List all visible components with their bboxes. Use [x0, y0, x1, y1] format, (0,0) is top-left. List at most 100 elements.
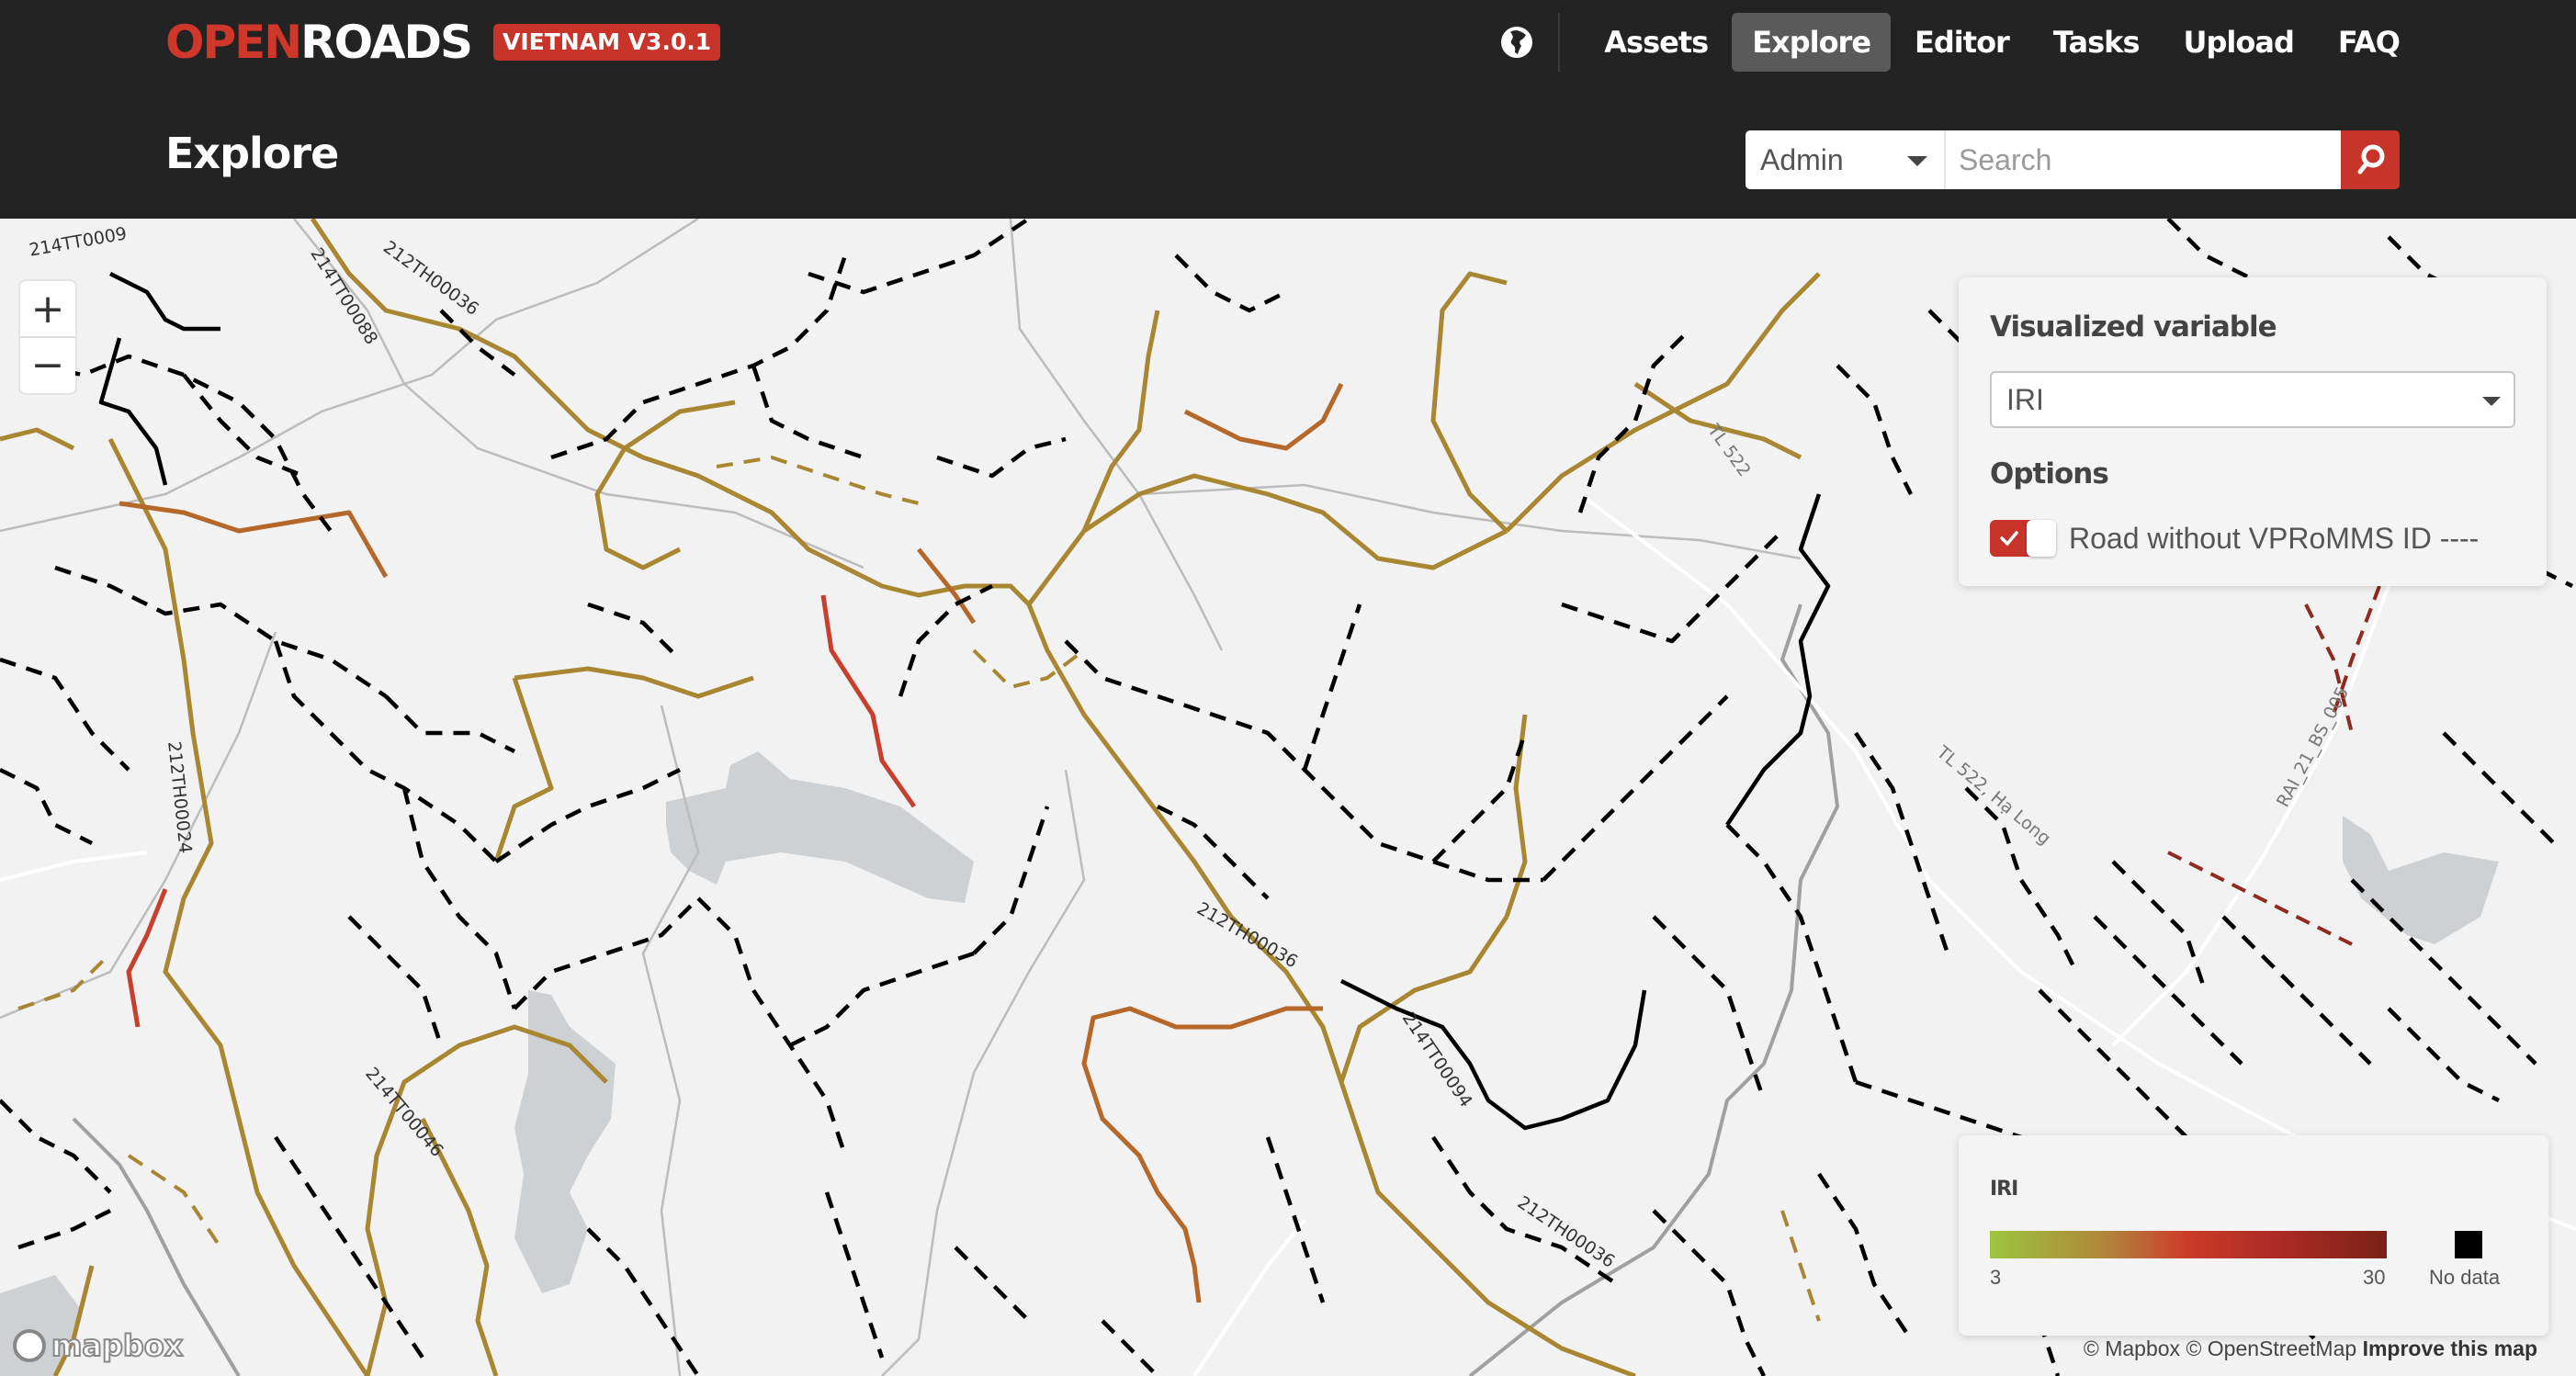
road-no-id[interactable]	[587, 602, 682, 661]
mapbox-attribution-link[interactable]: © Mapbox	[2084, 1337, 2180, 1360]
no-data-swatch	[2455, 1231, 2482, 1258]
options-heading: Options	[1990, 457, 2109, 491]
mapbox-icon	[13, 1329, 46, 1362]
road-no-id[interactable]	[936, 436, 1067, 479]
road-no-id[interactable]	[1854, 731, 1950, 954]
primary-road	[1192, 1218, 1306, 1376]
nav-editor[interactable]: Editor	[1894, 13, 2029, 72]
mapbox-logo[interactable]: mapbox	[13, 1327, 184, 1364]
brand[interactable]: OPENROADS VIETNAM V3.0.1	[165, 16, 721, 69]
zoom-in-button[interactable]: +	[20, 281, 75, 336]
zoom-out-button[interactable]: −	[20, 336, 75, 391]
road-no-id[interactable]	[0, 767, 94, 846]
globe-icon[interactable]	[1501, 27, 1533, 58]
road-no-id[interactable]	[1561, 529, 1784, 644]
iri-legend: IRI 3 30 No data	[1959, 1135, 2548, 1336]
road-no-id[interactable]	[2387, 1007, 2501, 1103]
osm-attribution-link[interactable]: © OpenStreetMap	[2186, 1337, 2356, 1360]
search-icon	[2357, 144, 2385, 175]
road-no-id[interactable]	[401, 787, 517, 1009]
road-no-id[interactable]	[54, 565, 388, 698]
road-no-id[interactable]	[972, 806, 1050, 955]
road-without-id-label: Road without VPRoMMS ID ----	[2069, 521, 2480, 555]
nav-assets[interactable]: Assets	[1584, 13, 1728, 72]
road-no-id[interactable]	[347, 915, 444, 1046]
admin-select-value: Admin	[1760, 143, 1844, 176]
road-no-id[interactable]	[824, 1191, 885, 1359]
admin-level-select[interactable]: Admin	[1746, 130, 1946, 189]
road-no-id[interactable]	[550, 254, 848, 460]
road-no-id[interactable]	[1174, 254, 1288, 313]
road-no-id[interactable]	[898, 583, 994, 697]
road-no-id[interactable]	[1652, 915, 1767, 1101]
nav-explore[interactable]: Explore	[1732, 13, 1892, 72]
road-no-id[interactable]	[1265, 1136, 1326, 1303]
road-no-id[interactable]	[1101, 1319, 1159, 1376]
road-no-id[interactable]	[36, 354, 333, 533]
road-no-id[interactable]	[1064, 639, 1343, 808]
openroads-logo[interactable]: OPENROADS	[165, 16, 473, 69]
road-no-id[interactable]	[1817, 1172, 1913, 1341]
road-no-id[interactable]	[2111, 860, 2208, 991]
road-no-id[interactable]	[439, 309, 516, 377]
road-no-id[interactable]	[0, 657, 130, 772]
road-no-id[interactable]	[808, 219, 1031, 295]
road-iri-no-id	[17, 952, 112, 1010]
visualized-variable-heading: Visualized variable	[1990, 310, 2277, 344]
road-no-id[interactable]	[1302, 603, 1362, 771]
nav-divider	[1558, 13, 1561, 72]
road-iri	[1430, 271, 1508, 533]
check-icon	[2000, 531, 2018, 546]
nav-tasks[interactable]: Tasks	[2033, 13, 2160, 72]
search-button[interactable]	[2341, 130, 2400, 189]
nav-faq[interactable]: FAQ	[2318, 13, 2420, 72]
road-no-id[interactable]	[1652, 1209, 1767, 1376]
road-no-id[interactable]	[1725, 823, 1859, 1083]
road-without-id-toggle[interactable]	[1990, 520, 2056, 557]
main-nav: Assets Explore Editor Tasks Upload FAQ	[1501, 13, 2420, 72]
search-bar: Admin	[1746, 130, 2400, 189]
road-iri	[0, 427, 75, 451]
logo-open: OPEN	[165, 16, 302, 69]
road-no-id[interactable]	[2038, 988, 2188, 1139]
road-no-id[interactable]	[954, 1246, 1031, 1323]
version-badge: VIETNAM V3.0.1	[493, 24, 721, 61]
nav-upload[interactable]: Upload	[2164, 13, 2314, 72]
road-no-id[interactable]	[586, 1227, 700, 1376]
road-no-id[interactable]	[273, 640, 498, 863]
search-input[interactable]	[1946, 130, 2341, 189]
road-no-id[interactable]	[1836, 364, 1914, 496]
map-attribution: © Mapbox © OpenStreetMap Improve this ma…	[2084, 1337, 2537, 1361]
variable-select-value: IRI	[2006, 383, 2044, 416]
no-data-label: No data	[2429, 1266, 2501, 1289]
lake	[666, 751, 974, 903]
road-iri-no-id	[2167, 851, 2353, 946]
improve-map-link[interactable]: Improve this map	[2363, 1337, 2537, 1360]
road-no-id[interactable]	[513, 897, 700, 1010]
road-no-id[interactable]	[2442, 731, 2556, 845]
road-no-id[interactable]	[788, 951, 975, 1048]
legend-title: IRI	[1990, 1178, 2018, 1201]
road-no-id[interactable]	[1431, 732, 1528, 863]
road-no-id[interactable]	[384, 694, 516, 754]
road-no-id[interactable]	[0, 1099, 112, 1194]
road-iri-no-id	[1780, 1210, 1821, 1322]
road-iri	[1081, 1006, 1323, 1303]
logo-roads: ROADS	[300, 16, 473, 69]
road-no-id[interactable]	[494, 767, 682, 863]
road-no-data	[98, 337, 168, 486]
road-no-id[interactable]	[274, 1135, 424, 1359]
minor-road	[0, 219, 699, 533]
road-no-id[interactable]	[1542, 694, 1729, 882]
map-canvas[interactable]: 214TT0009 214TT00088 212TH00036 212TH000…	[0, 219, 2576, 1376]
road-no-id[interactable]	[2221, 915, 2372, 1066]
road-no-id[interactable]	[1156, 804, 1270, 900]
road-no-id[interactable]	[1577, 327, 1692, 513]
road-no-id[interactable]	[17, 1208, 112, 1250]
primary-road	[0, 851, 148, 882]
road-no-id[interactable]	[751, 365, 864, 460]
variable-select[interactable]: IRI	[1990, 371, 2515, 428]
road-no-id[interactable]	[1339, 805, 1543, 883]
road-without-id-option: Road without VPRoMMS ID ----	[1990, 520, 2479, 557]
road-iri	[514, 666, 754, 699]
